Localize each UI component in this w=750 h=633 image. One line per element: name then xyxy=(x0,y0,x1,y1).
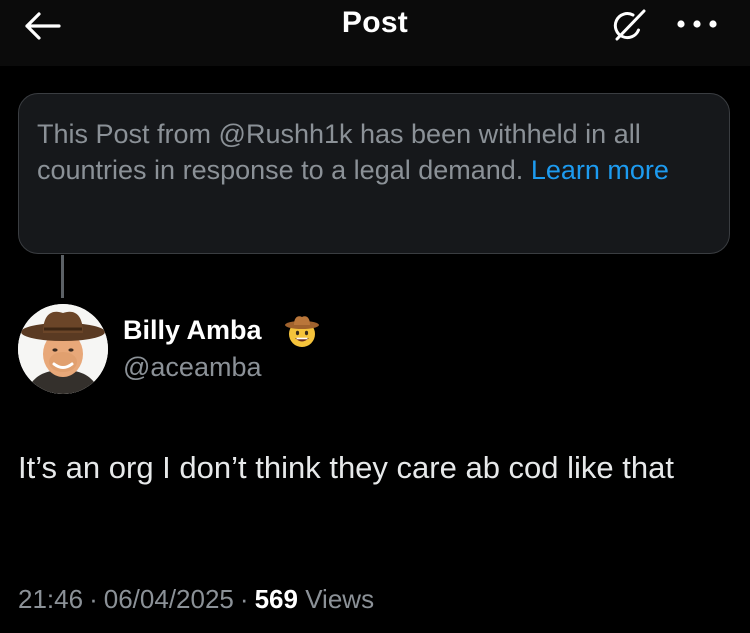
top-bar: Post xyxy=(0,0,750,66)
more-horizontal-icon xyxy=(677,20,717,28)
grok-icon xyxy=(613,9,646,41)
avatar[interactable] xyxy=(18,304,108,394)
post-time[interactable]: 21:46 xyxy=(18,584,83,614)
views-label: Views xyxy=(305,584,375,614)
post-date[interactable]: 06/04/2025 xyxy=(104,584,234,614)
post-text: It’s an org I don’t think they care ab c… xyxy=(18,450,674,485)
author-handle[interactable]: @aceamba xyxy=(123,352,261,383)
cowboy-hat-face-icon xyxy=(285,316,319,347)
thread-connector-line xyxy=(61,255,64,298)
grok-button[interactable] xyxy=(606,6,650,46)
withheld-notice-card: This Post from @Rushh1k has been withhel… xyxy=(18,93,730,254)
more-options-button[interactable] xyxy=(672,8,722,40)
post-metadata: 21:46 · 06/04/2025 · 569 Views xyxy=(18,584,375,614)
author-display-name[interactable]: Billy Amba xyxy=(123,315,262,346)
views-count[interactable]: 569 xyxy=(255,584,298,614)
withheld-notice-text: This Post from @Rushh1k has been withhel… xyxy=(37,116,711,188)
learn-more-link[interactable]: Learn more xyxy=(531,155,669,185)
